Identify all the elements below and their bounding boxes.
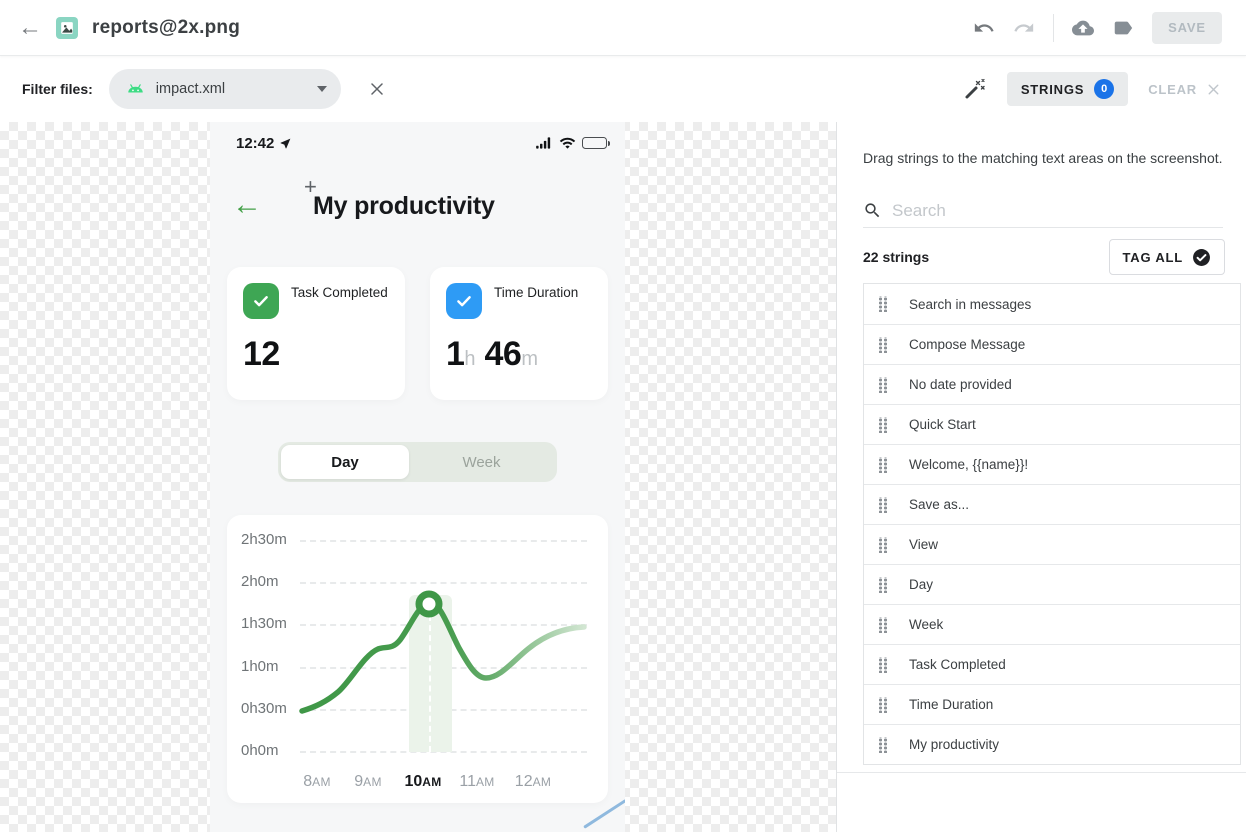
x-tick: 12AM (515, 773, 551, 791)
search-input[interactable] (892, 201, 1223, 221)
filter-files-label: Filter files: (22, 81, 93, 97)
string-list: Search in messages Compose Message No da… (863, 283, 1241, 765)
task-check-icon (243, 283, 279, 319)
image-file-icon (56, 17, 78, 39)
task-completed-label: Task Completed (291, 283, 388, 302)
time-duration-label: Time Duration (494, 283, 578, 302)
status-time: 12:42 (236, 135, 274, 152)
chevron-down-icon (317, 86, 327, 92)
drag-handle-icon[interactable] (878, 377, 888, 393)
drag-handle-icon[interactable] (878, 577, 888, 593)
string-row[interactable]: Welcome, {{name}}! (864, 444, 1240, 484)
drag-handle-icon[interactable] (878, 457, 888, 473)
strings-label: STRINGS (1021, 82, 1084, 97)
filter-bar: Filter files: impact.xml STRINGS 0 CLEAR (0, 56, 1246, 122)
x-tick: 8AM (303, 773, 331, 791)
clear-x-icon (1205, 81, 1222, 98)
x-tick: 9AM (354, 773, 382, 791)
strings-toggle-button[interactable]: STRINGS 0 (1007, 72, 1128, 106)
drag-handle-icon[interactable] (878, 617, 888, 633)
panel-instruction: Drag strings to the matching text areas … (863, 150, 1233, 166)
screenshot-workspace: 12:42 + ← My productivity Task Completed (0, 122, 836, 832)
string-row[interactable]: Day (864, 564, 1240, 604)
x-axis: 8AM 9AM 10AM 11AM 12AM (227, 773, 608, 795)
string-row[interactable]: Quick Start (864, 404, 1240, 444)
remove-filter-icon[interactable] (367, 79, 387, 99)
page-title: reports@2x.png (92, 17, 240, 39)
toggle-day[interactable]: Day (281, 445, 409, 479)
line-series (227, 515, 608, 803)
tag-icon[interactable] (1112, 17, 1134, 39)
drag-handle-icon[interactable] (878, 537, 888, 553)
drag-handle-icon[interactable] (878, 657, 888, 673)
undo-icon[interactable] (973, 17, 995, 39)
x-tick: 11AM (459, 773, 494, 791)
strings-count-label: 22 strings (863, 249, 929, 265)
x-tick-selected: 10AM (404, 773, 441, 791)
save-button[interactable]: SAVE (1152, 12, 1222, 44)
tag-all-button[interactable]: TAG ALL (1109, 239, 1225, 275)
wifi-icon (559, 136, 576, 150)
string-row[interactable]: Search in messages (864, 284, 1240, 324)
string-row[interactable]: Save as... (864, 484, 1240, 524)
search-icon (863, 201, 882, 220)
drag-handle-icon[interactable] (878, 697, 888, 713)
phone-status-bar: 12:42 (210, 132, 625, 154)
drag-handle-icon[interactable] (878, 737, 888, 753)
drag-handle-icon[interactable] (878, 296, 888, 312)
drag-handle-icon[interactable] (878, 497, 888, 513)
toolbar-divider (1053, 14, 1054, 42)
check-circle-icon (1192, 248, 1211, 267)
cellular-signal-icon (534, 136, 553, 150)
task-completed-card: Task Completed 12 (227, 267, 405, 400)
search-field (863, 194, 1223, 228)
string-row[interactable]: Time Duration (864, 684, 1240, 724)
string-row[interactable]: Task Completed (864, 644, 1240, 684)
top-bar: ← reports@2x.png SAVE (0, 0, 1246, 56)
productivity-chart: 2h30m 2h0m 1h30m 1h0m 0h30m 0h0m (227, 515, 608, 803)
time-duration-card: Time Duration 1h 46m (430, 267, 608, 400)
day-week-toggle: Day Week (278, 442, 557, 482)
toggle-week[interactable]: Week (409, 454, 554, 471)
string-row[interactable]: My productivity (864, 724, 1240, 764)
string-row[interactable]: Compose Message (864, 324, 1240, 364)
panel-divider (837, 772, 1246, 773)
file-filter-select[interactable]: impact.xml (109, 69, 341, 109)
strings-count-badge: 0 (1094, 79, 1114, 99)
duration-check-icon (446, 283, 482, 319)
phone-back-arrow-icon: ← (232, 190, 262, 220)
clear-label: CLEAR (1148, 82, 1197, 97)
string-row[interactable]: No date provided (864, 364, 1240, 404)
android-icon (125, 81, 146, 98)
back-button[interactable]: ← (18, 16, 42, 40)
drag-handle-icon[interactable] (878, 337, 888, 353)
phone-screen-title: My productivity (313, 192, 495, 221)
clear-button[interactable]: CLEAR (1148, 81, 1222, 98)
upload-cloud-icon[interactable] (1072, 17, 1094, 39)
data-point-marker[interactable] (419, 594, 439, 614)
battery-icon (582, 137, 607, 149)
task-completed-value: 12 (243, 335, 389, 374)
selected-file-name: impact.xml (156, 81, 307, 97)
location-arrow-icon (279, 137, 292, 150)
string-row[interactable]: Week (864, 604, 1240, 644)
phone-screenshot[interactable]: 12:42 + ← My productivity Task Completed (210, 122, 625, 832)
strings-panel: Drag strings to the matching text areas … (836, 122, 1246, 832)
magic-wand-icon[interactable] (963, 77, 987, 101)
string-row[interactable]: View (864, 524, 1240, 564)
redo-icon[interactable] (1013, 17, 1035, 39)
decorative-blue-line (583, 799, 625, 829)
time-duration-value: 1h 46m (446, 335, 592, 374)
tag-all-label: TAG ALL (1123, 250, 1183, 265)
drag-handle-icon[interactable] (878, 417, 888, 433)
